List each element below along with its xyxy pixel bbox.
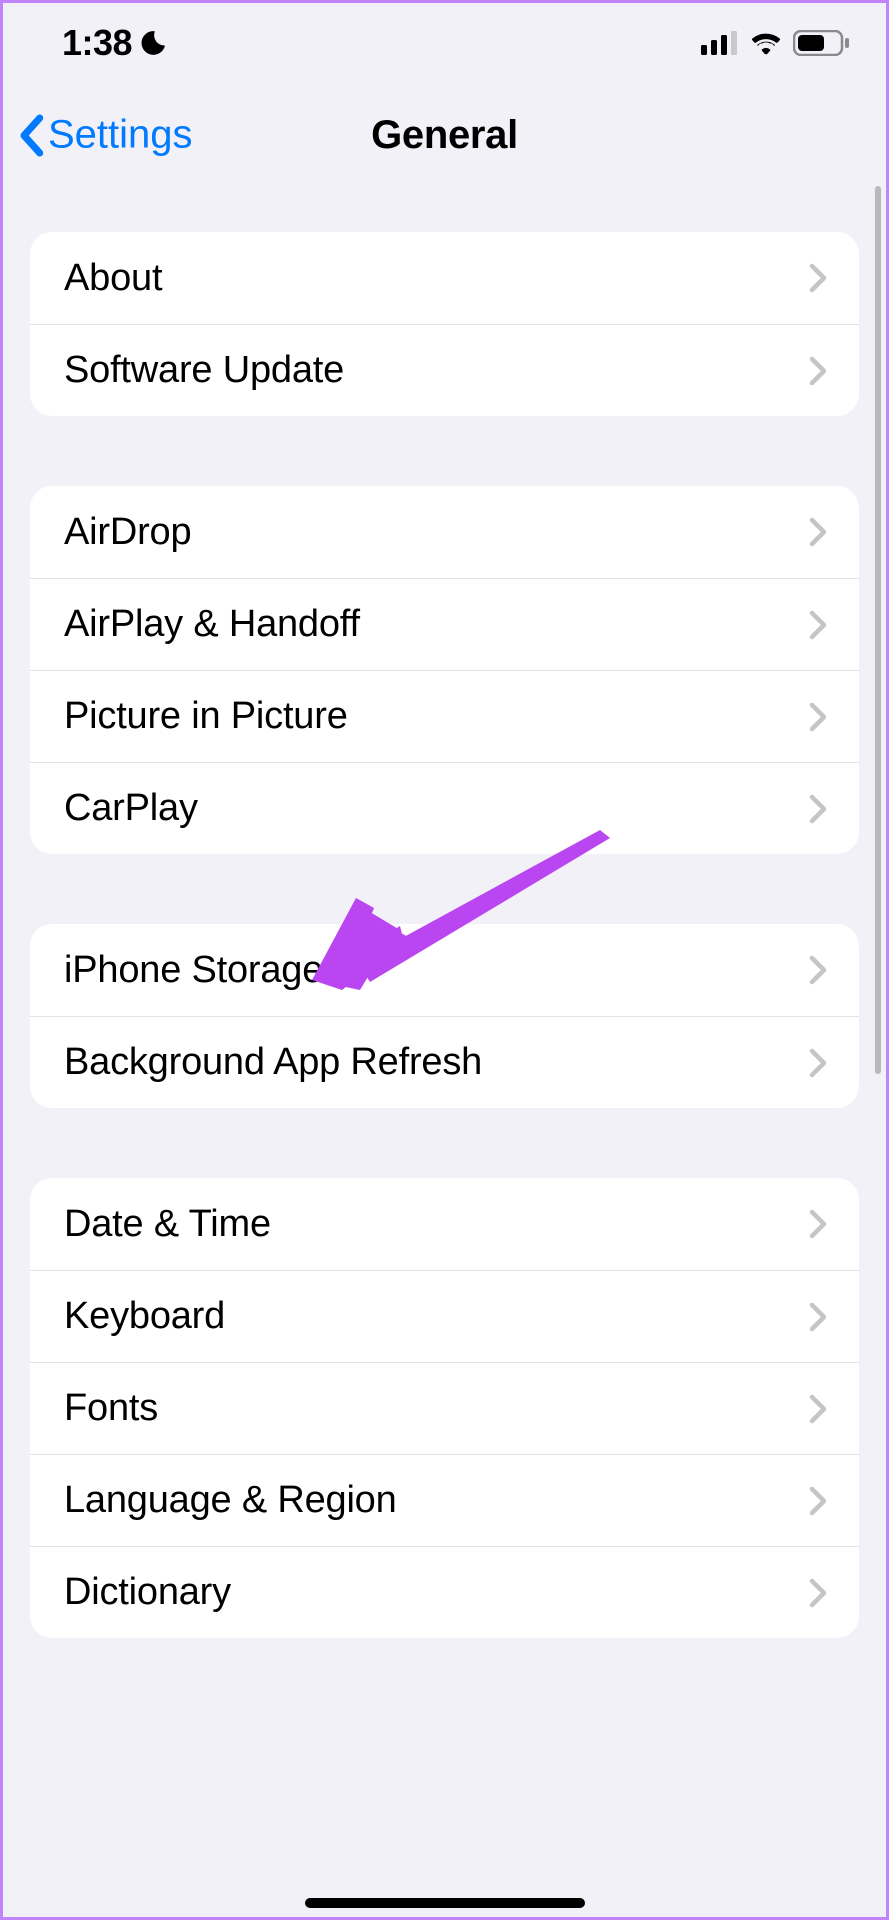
row-label: AirDrop — [64, 511, 191, 554]
chevron-right-icon — [809, 263, 827, 293]
do-not-disturb-icon — [138, 28, 168, 58]
row-carplay[interactable]: CarPlay — [30, 762, 859, 854]
row-dictionary[interactable]: Dictionary — [30, 1546, 859, 1638]
row-label: Dictionary — [64, 1571, 231, 1614]
wifi-icon — [749, 31, 783, 55]
settings-group: About Software Update — [30, 232, 859, 416]
chevron-right-icon — [809, 794, 827, 824]
row-software-update[interactable]: Software Update — [30, 324, 859, 416]
chevron-right-icon — [809, 702, 827, 732]
chevron-right-icon — [809, 1486, 827, 1516]
back-button[interactable]: Settings — [18, 113, 193, 158]
nav-bar: Settings General — [0, 80, 889, 190]
row-label: Date & Time — [64, 1203, 271, 1246]
row-language-region[interactable]: Language & Region — [30, 1454, 859, 1546]
status-bar: 1:38 — [0, 0, 889, 80]
settings-group: AirDrop AirPlay & Handoff Picture in Pic… — [30, 486, 859, 854]
row-date-time[interactable]: Date & Time — [30, 1178, 859, 1270]
settings-group: Date & Time Keyboard Fonts Language & Re… — [30, 1178, 859, 1638]
chevron-right-icon — [809, 356, 827, 386]
row-background-app-refresh[interactable]: Background App Refresh — [30, 1016, 859, 1108]
chevron-right-icon — [809, 1578, 827, 1608]
row-keyboard[interactable]: Keyboard — [30, 1270, 859, 1362]
chevron-right-icon — [809, 1209, 827, 1239]
row-label: Background App Refresh — [64, 1041, 482, 1084]
row-label: Language & Region — [64, 1479, 397, 1522]
row-about[interactable]: About — [30, 232, 859, 324]
cellular-signal-icon — [701, 31, 739, 55]
chevron-right-icon — [809, 517, 827, 547]
row-label: iPhone Storage — [64, 949, 323, 992]
row-airdrop[interactable]: AirDrop — [30, 486, 859, 578]
row-iphone-storage[interactable]: iPhone Storage — [30, 924, 859, 1016]
row-label: Picture in Picture — [64, 695, 348, 738]
row-label: Keyboard — [64, 1295, 225, 1338]
row-label: About — [64, 257, 162, 300]
row-label: AirPlay & Handoff — [64, 603, 360, 646]
status-left: 1:38 — [62, 22, 168, 64]
chevron-right-icon — [809, 1302, 827, 1332]
row-picture-in-picture[interactable]: Picture in Picture — [30, 670, 859, 762]
home-indicator[interactable] — [305, 1898, 585, 1908]
row-label: Fonts — [64, 1387, 158, 1430]
battery-icon — [793, 30, 851, 56]
row-airplay-handoff[interactable]: AirPlay & Handoff — [30, 578, 859, 670]
chevron-right-icon — [809, 610, 827, 640]
back-label: Settings — [48, 113, 193, 158]
settings-group: iPhone Storage Background App Refresh — [30, 924, 859, 1108]
chevron-right-icon — [809, 1048, 827, 1078]
content: About Software Update AirDrop AirPlay & … — [0, 190, 889, 1920]
chevron-right-icon — [809, 1394, 827, 1424]
status-right — [701, 30, 851, 56]
chevron-left-icon — [18, 114, 44, 156]
status-time: 1:38 — [62, 22, 132, 64]
row-fonts[interactable]: Fonts — [30, 1362, 859, 1454]
scrollbar[interactable] — [875, 186, 881, 1074]
row-label: Software Update — [64, 349, 344, 392]
row-label: CarPlay — [64, 787, 198, 830]
chevron-right-icon — [809, 955, 827, 985]
